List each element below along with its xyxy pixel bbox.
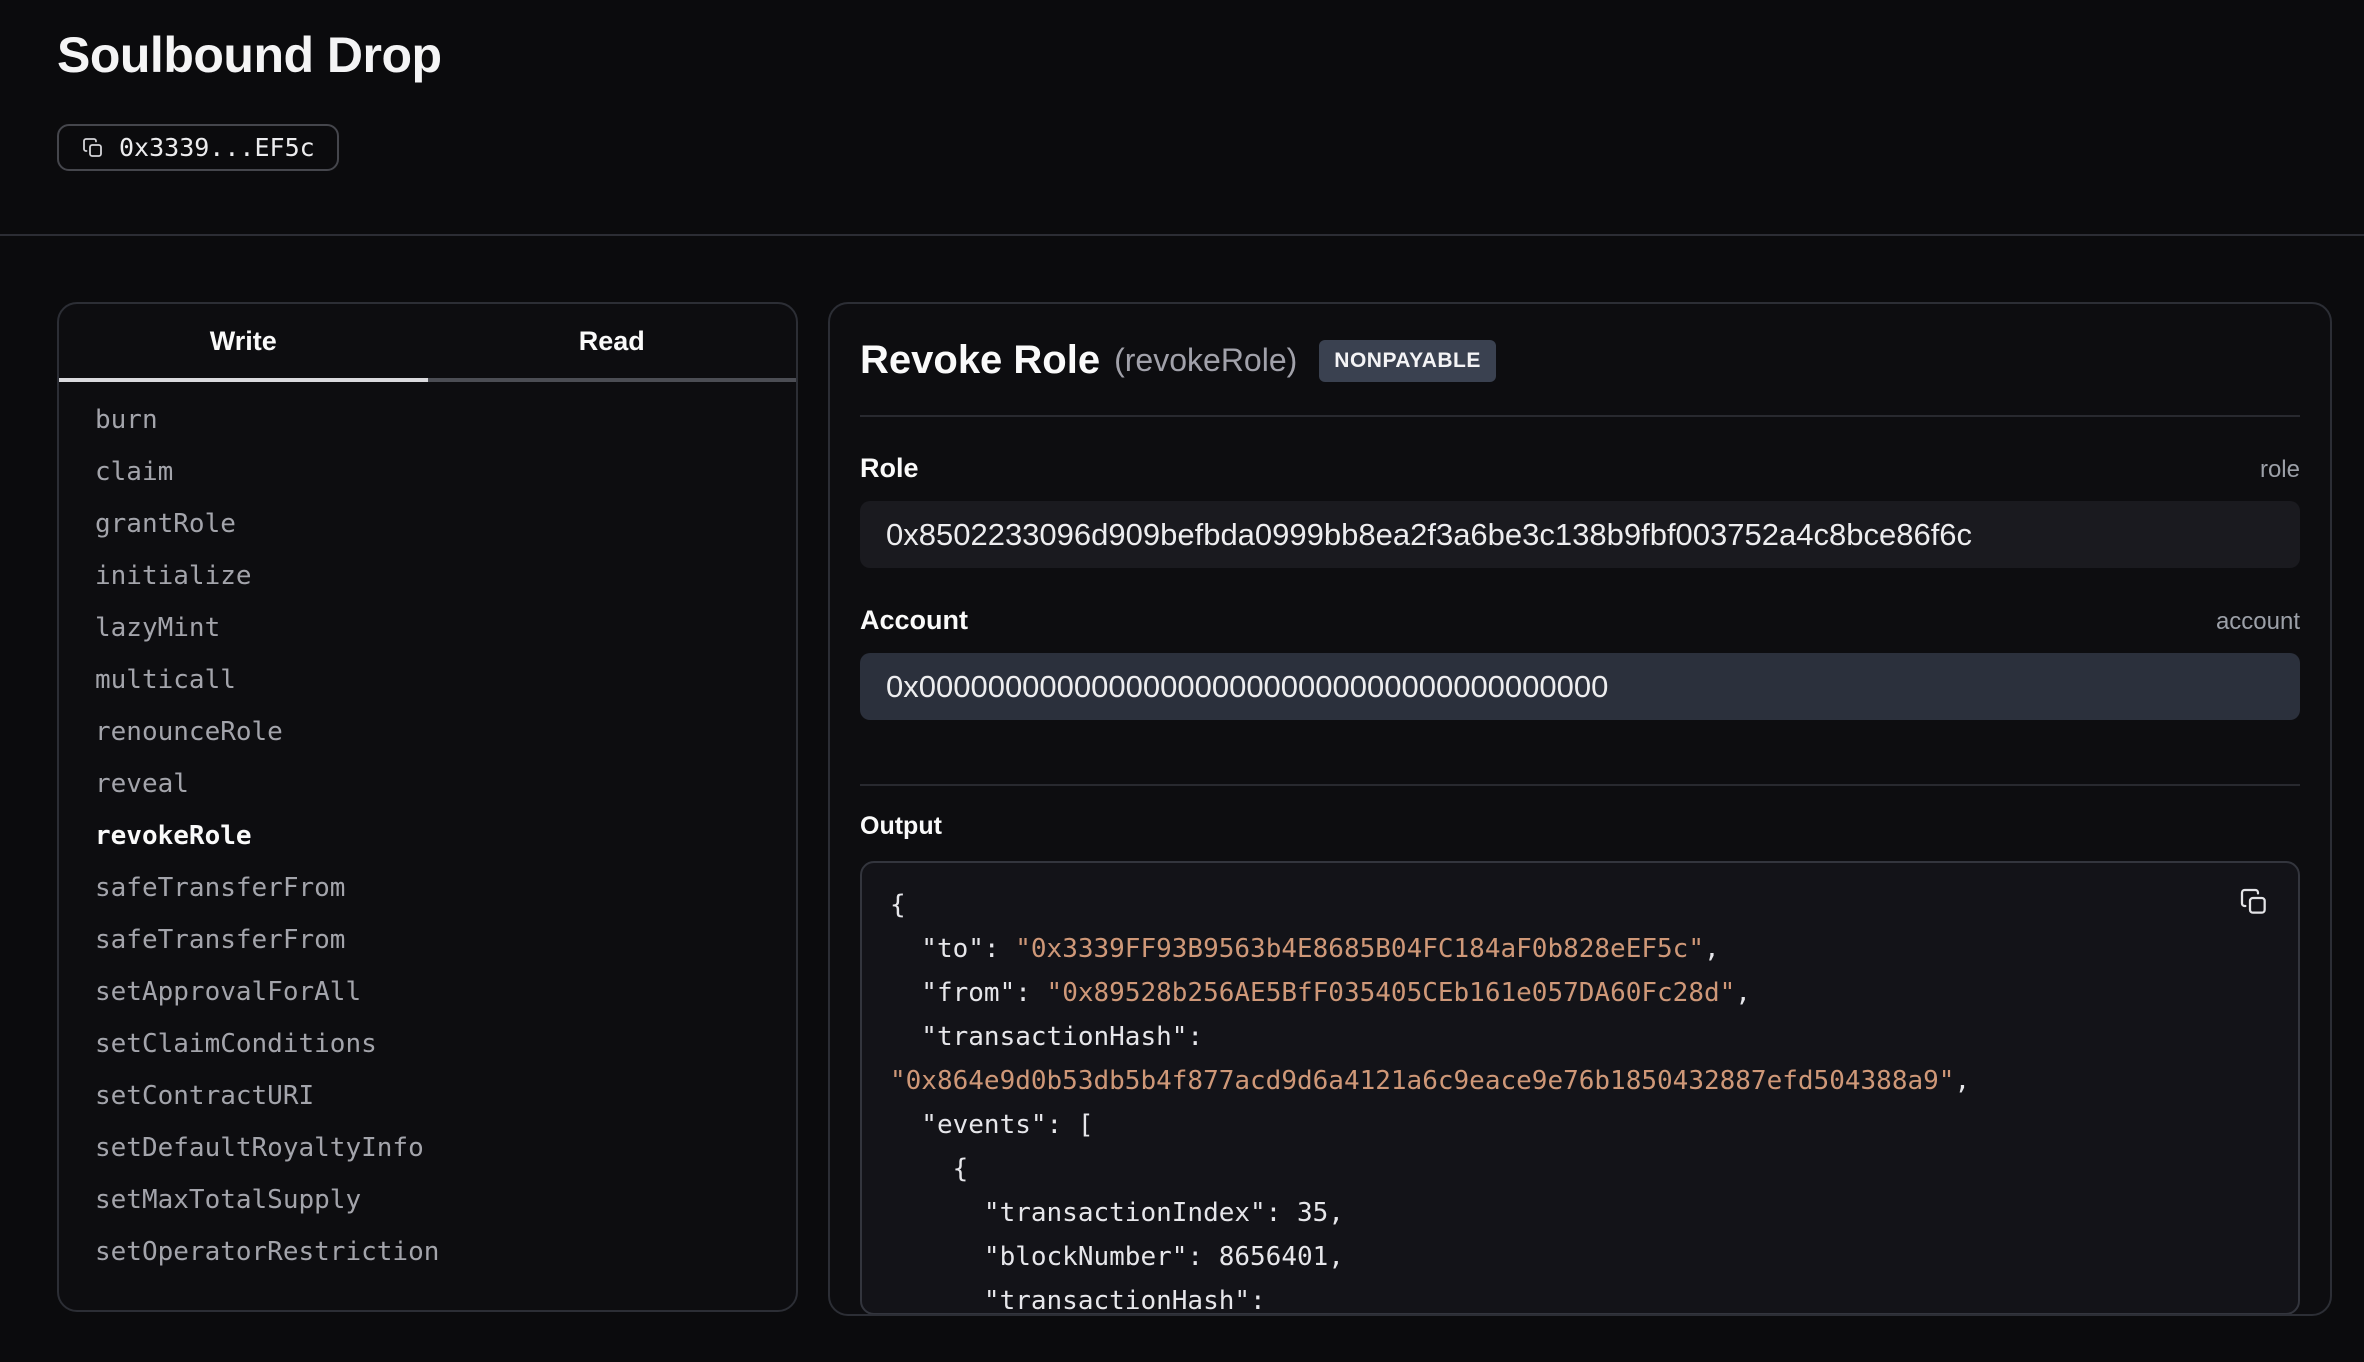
function-explorer-panel: Write Read burnclaimgrantRoleinitializel… (57, 302, 798, 1312)
tab-read[interactable]: Read (428, 304, 797, 382)
function-list-item-multicall[interactable]: multicall (59, 654, 796, 706)
function-list-item-grantRole[interactable]: grantRole (59, 498, 796, 550)
function-list-item-burn[interactable]: burn (59, 394, 796, 446)
function-list: burnclaimgrantRoleinitializelazyMintmult… (59, 382, 796, 1278)
function-list-item-revokeRole[interactable]: revokeRole (59, 810, 796, 862)
page-header: Soulbound Drop 0x3339...EF5c (0, 0, 2364, 171)
copy-icon (2238, 886, 2270, 918)
code-line: "transactionIndex": 35, (890, 1191, 2270, 1235)
function-detail-panel: Revoke Role (revokeRole) NONPAYABLE Role… (828, 302, 2332, 1316)
detail-subtitle: (revokeRole) (1114, 342, 1297, 379)
code-line: { (890, 883, 2270, 927)
contract-address-label: 0x3339...EF5c (119, 133, 315, 162)
code-line: "blockNumber": 8656401, (890, 1235, 2270, 1279)
function-list-item-lazyMint[interactable]: lazyMint (59, 602, 796, 654)
function-list-item-initialize[interactable]: initialize (59, 550, 796, 602)
field-role-param: role (2260, 456, 2300, 484)
copy-icon (81, 136, 105, 160)
code-line: "to": "0x3339FF93B9563b4E8685B04FC184aF0… (890, 927, 2270, 971)
function-list-item-setDefaultRoyaltyInfo[interactable]: setDefaultRoyaltyInfo (59, 1122, 796, 1174)
field-account-head: Account account (860, 605, 2300, 636)
nonpayable-badge: NONPAYABLE (1319, 340, 1496, 382)
tab-write[interactable]: Write (59, 304, 428, 382)
role-input[interactable] (860, 501, 2300, 568)
output-section: Output { "to": "0x3339FF93B9563b4E8685B0… (830, 786, 2330, 1315)
function-list-item-claim[interactable]: claim (59, 446, 796, 498)
output-label: Output (860, 812, 2300, 841)
code-line: "transactionHash": (890, 1015, 2270, 1059)
function-list-item-setContractURI[interactable]: setContractURI (59, 1070, 796, 1122)
copy-output-button[interactable] (2236, 885, 2272, 921)
code-line: { (890, 1147, 2270, 1191)
code-line: "0x864e9d0b53db5b4f877acd9d6a4121a6c9eac… (890, 1059, 2270, 1103)
function-list-item-setMaxTotalSupply[interactable]: setMaxTotalSupply (59, 1174, 796, 1226)
function-list-item-safeTransferFrom[interactable]: safeTransferFrom (59, 914, 796, 966)
field-account: Account account (860, 605, 2300, 720)
main-content: Write Read burnclaimgrantRoleinitializel… (0, 236, 2364, 1316)
field-account-label: Account (860, 605, 968, 636)
field-role-label: Role (860, 453, 919, 484)
field-account-param: account (2216, 608, 2300, 636)
fields-section: Role role Account account (830, 417, 2330, 784)
function-list-item-setApprovalForAll[interactable]: setApprovalForAll (59, 966, 796, 1018)
function-list-item-renounceRole[interactable]: renounceRole (59, 706, 796, 758)
output-code-block: { "to": "0x3339FF93B9563b4E8685B04FC184a… (860, 861, 2300, 1315)
tab-bar: Write Read (59, 304, 796, 382)
output-code: { "to": "0x3339FF93B9563b4E8685B04FC184a… (890, 883, 2270, 1315)
function-list-item-safeTransferFrom[interactable]: safeTransferFrom (59, 862, 796, 914)
function-list-item-setClaimConditions[interactable]: setClaimConditions (59, 1018, 796, 1070)
detail-header: Revoke Role (revokeRole) NONPAYABLE (830, 304, 2330, 415)
contract-address-badge[interactable]: 0x3339...EF5c (57, 124, 339, 171)
page-title: Soulbound Drop (57, 26, 2307, 84)
function-list-item-setOperatorRestriction[interactable]: setOperatorRestriction (59, 1226, 796, 1278)
function-list-item-reveal[interactable]: reveal (59, 758, 796, 810)
code-line: "transactionHash": (890, 1279, 2270, 1315)
account-input[interactable] (860, 653, 2300, 720)
detail-title: Revoke Role (860, 338, 1100, 383)
code-line: "events": [ (890, 1103, 2270, 1147)
code-line: "from": "0x89528b256AE5BfF035405CEb161e0… (890, 971, 2270, 1015)
field-role-head: Role role (860, 453, 2300, 484)
field-role: Role role (860, 453, 2300, 568)
